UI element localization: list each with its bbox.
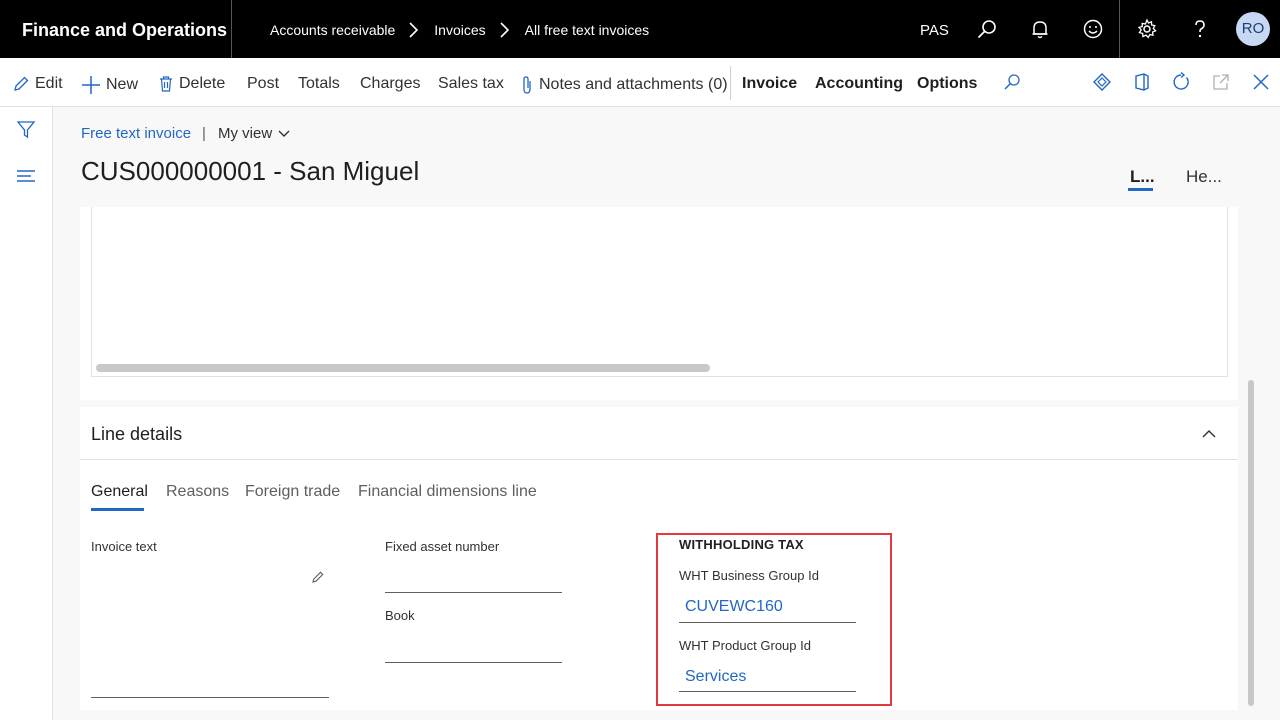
tab-financial-dimensions-line[interactable]: Financial dimensions line [358, 483, 537, 501]
lines-grid[interactable] [91, 207, 1228, 377]
tab-accounting[interactable]: Accounting [815, 75, 903, 93]
app-title[interactable]: Finance and Operations [0, 0, 232, 58]
gear-icon[interactable] [1135, 17, 1159, 41]
delete-label: Delete [179, 75, 226, 92]
book-label: Book [385, 608, 415, 623]
action-pane-divider [730, 66, 731, 100]
tab-lines[interactable]: L... [1130, 167, 1155, 187]
top-nav-bar: Finance and Operations Accounts receivab… [0, 0, 1280, 58]
highlight-box [656, 533, 892, 706]
tab-invoice[interactable]: Invoice [742, 75, 797, 93]
tab-general[interactable]: General [91, 483, 148, 501]
edit-button[interactable]: Edit [12, 75, 63, 93]
breadcrumb: Accounts receivable Invoices All free te… [270, 22, 649, 38]
action-search-icon[interactable] [1002, 72, 1022, 92]
tab-header[interactable]: He... [1186, 167, 1222, 187]
paperclip-icon [523, 76, 531, 94]
view-label: My view [218, 125, 273, 142]
close-icon[interactable] [1251, 72, 1271, 92]
pencil-icon [14, 76, 29, 91]
chevron-up-icon[interactable] [1200, 425, 1218, 443]
header-separator: | [202, 125, 206, 142]
page-title: CUS000000001 - San Miguel [81, 156, 420, 186]
form-name-link[interactable]: Free text invoice [81, 125, 191, 142]
tab-options[interactable]: Options [917, 75, 977, 93]
invoice-text-field[interactable] [91, 697, 329, 698]
company-picker[interactable]: PAS [920, 22, 949, 39]
vertical-scrollbar[interactable] [1248, 380, 1254, 706]
post-button[interactable]: Post [247, 75, 279, 93]
delete-button[interactable]: Delete [158, 75, 225, 93]
left-rail [0, 107, 53, 720]
tab-reasons[interactable]: Reasons [166, 483, 229, 501]
office-icon[interactable] [1132, 72, 1152, 92]
chevron-down-icon [278, 130, 290, 137]
invoice-text-label: Invoice text [91, 539, 157, 554]
breadcrumb-accounts-receivable[interactable]: Accounts receivable [270, 22, 395, 38]
charges-button[interactable]: Charges [360, 75, 420, 93]
tab-general-indicator [91, 508, 144, 511]
fixed-asset-number-field[interactable] [385, 592, 562, 593]
help-icon[interactable] [1188, 17, 1212, 41]
search-icon[interactable] [975, 17, 999, 41]
notes-label: Notes and attachments (0) [539, 76, 728, 93]
new-button[interactable]: New [81, 75, 138, 95]
bell-icon[interactable] [1028, 17, 1052, 41]
plus-icon [82, 76, 100, 94]
action-pane: Edit New Delete Post Totals Charges Sale… [0, 58, 1280, 107]
totals-button[interactable]: Totals [298, 75, 340, 93]
line-details-title[interactable]: Line details [91, 424, 182, 445]
fixed-asset-number-label: Fixed asset number [385, 539, 500, 554]
sales-tax-button[interactable]: Sales tax [438, 75, 504, 93]
notes-attachments-button[interactable]: Notes and attachments (0) [520, 75, 728, 95]
view-selector[interactable]: My view [218, 125, 290, 142]
trash-icon [160, 76, 172, 92]
chevron-right-icon [409, 22, 419, 38]
horizontal-scrollbar[interactable] [96, 364, 710, 372]
breadcrumb-invoices[interactable]: Invoices [434, 22, 485, 38]
line-details-divider [80, 459, 1238, 460]
chevron-right-icon [500, 22, 509, 38]
tab-lines-indicator [1128, 188, 1153, 191]
edit-label: Edit [35, 75, 63, 92]
refresh-icon[interactable] [1171, 72, 1191, 92]
breadcrumb-all-free-text-invoices[interactable]: All free text invoices [525, 22, 650, 38]
tab-foreign-trade[interactable]: Foreign trade [245, 483, 340, 501]
power-apps-icon[interactable] [1092, 72, 1112, 92]
list-icon[interactable] [16, 166, 36, 186]
open-new-window-icon[interactable] [1211, 72, 1231, 92]
filter-icon[interactable] [16, 120, 36, 140]
book-field[interactable] [385, 662, 562, 663]
smiley-icon[interactable] [1081, 17, 1105, 41]
toolbar-divider [1119, 0, 1120, 58]
pencil-icon[interactable] [311, 570, 325, 584]
avatar[interactable]: RO [1236, 12, 1270, 46]
new-label: New [106, 76, 139, 93]
